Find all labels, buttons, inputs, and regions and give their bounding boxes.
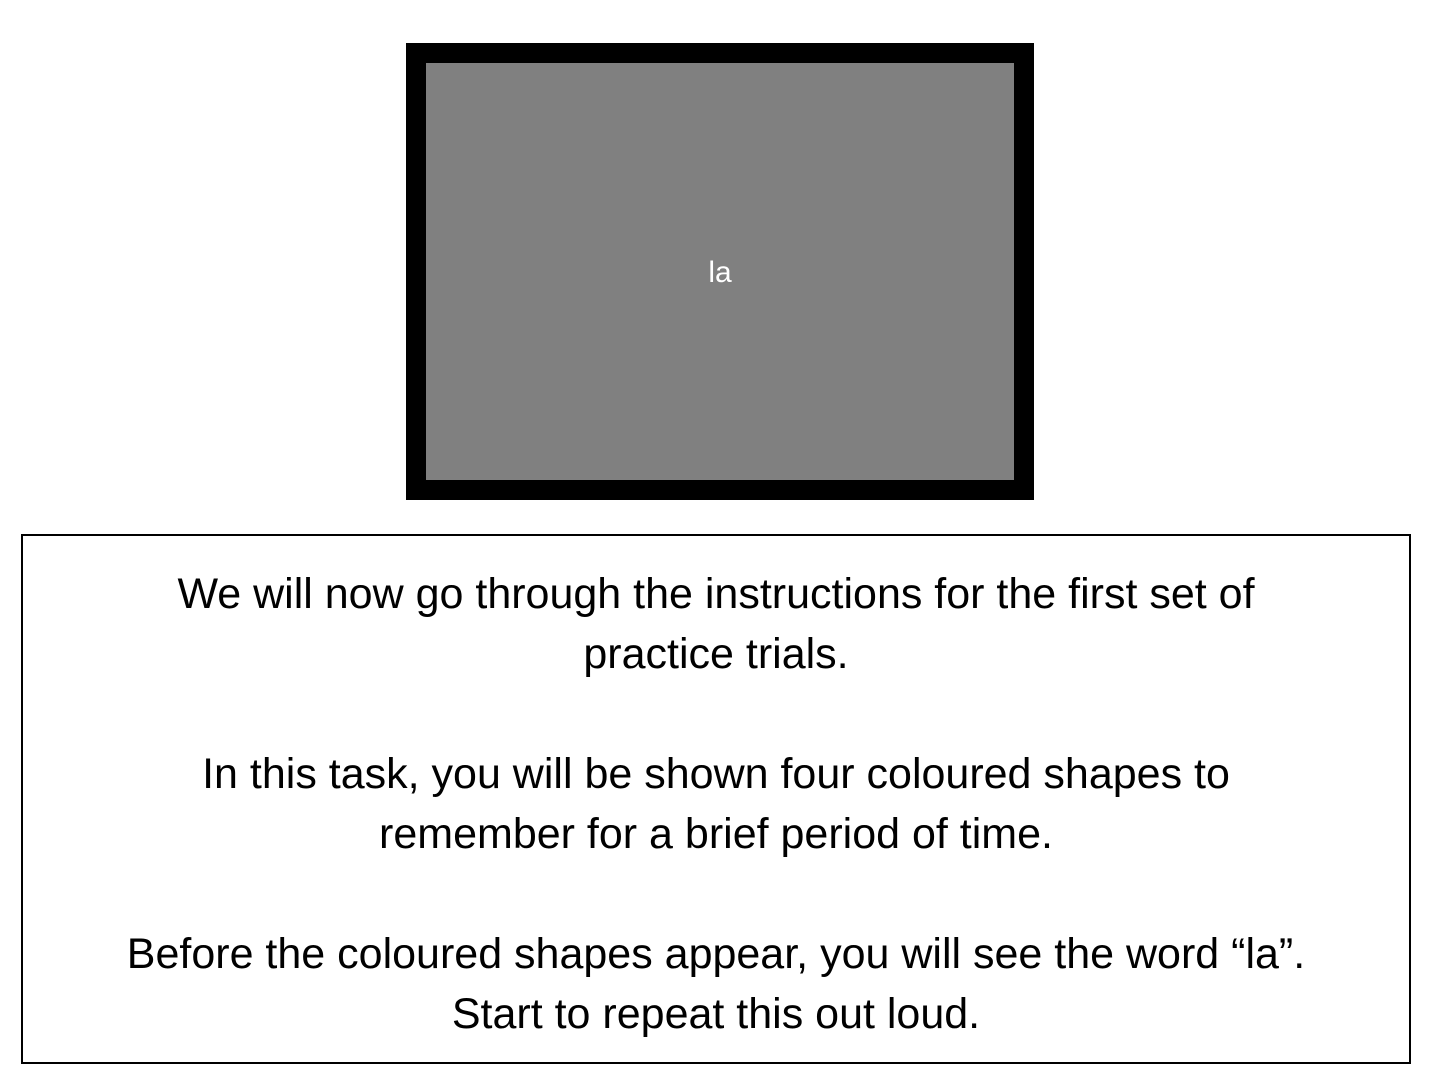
instruction-paragraph-2: In this task, you will be shown four col… — [202, 744, 1230, 864]
instruction-slide: la We will now go through the instructio… — [0, 0, 1440, 1080]
instruction-paragraph-3: Before the coloured shapes appear, you w… — [127, 924, 1305, 1044]
stimulus-display-frame: la — [406, 43, 1034, 500]
instruction-line: Start to repeat this out loud. — [451, 990, 981, 1038]
instruction-line: We will now go through the instructions … — [177, 570, 1255, 618]
instructions-box: We will now go through the instructions … — [21, 534, 1411, 1064]
instruction-line: Before the coloured shapes appear, you w… — [126, 930, 1306, 978]
instruction-line: remember for a brief period of time. — [379, 810, 1053, 858]
stimulus-word: la — [708, 255, 732, 289]
instruction-line: practice trials. — [583, 630, 849, 678]
instruction-paragraph-1: We will now go through the instructions … — [177, 564, 1254, 684]
stimulus-display-screen: la — [426, 63, 1014, 480]
instruction-line: In this task, you will be shown four col… — [202, 750, 1230, 798]
